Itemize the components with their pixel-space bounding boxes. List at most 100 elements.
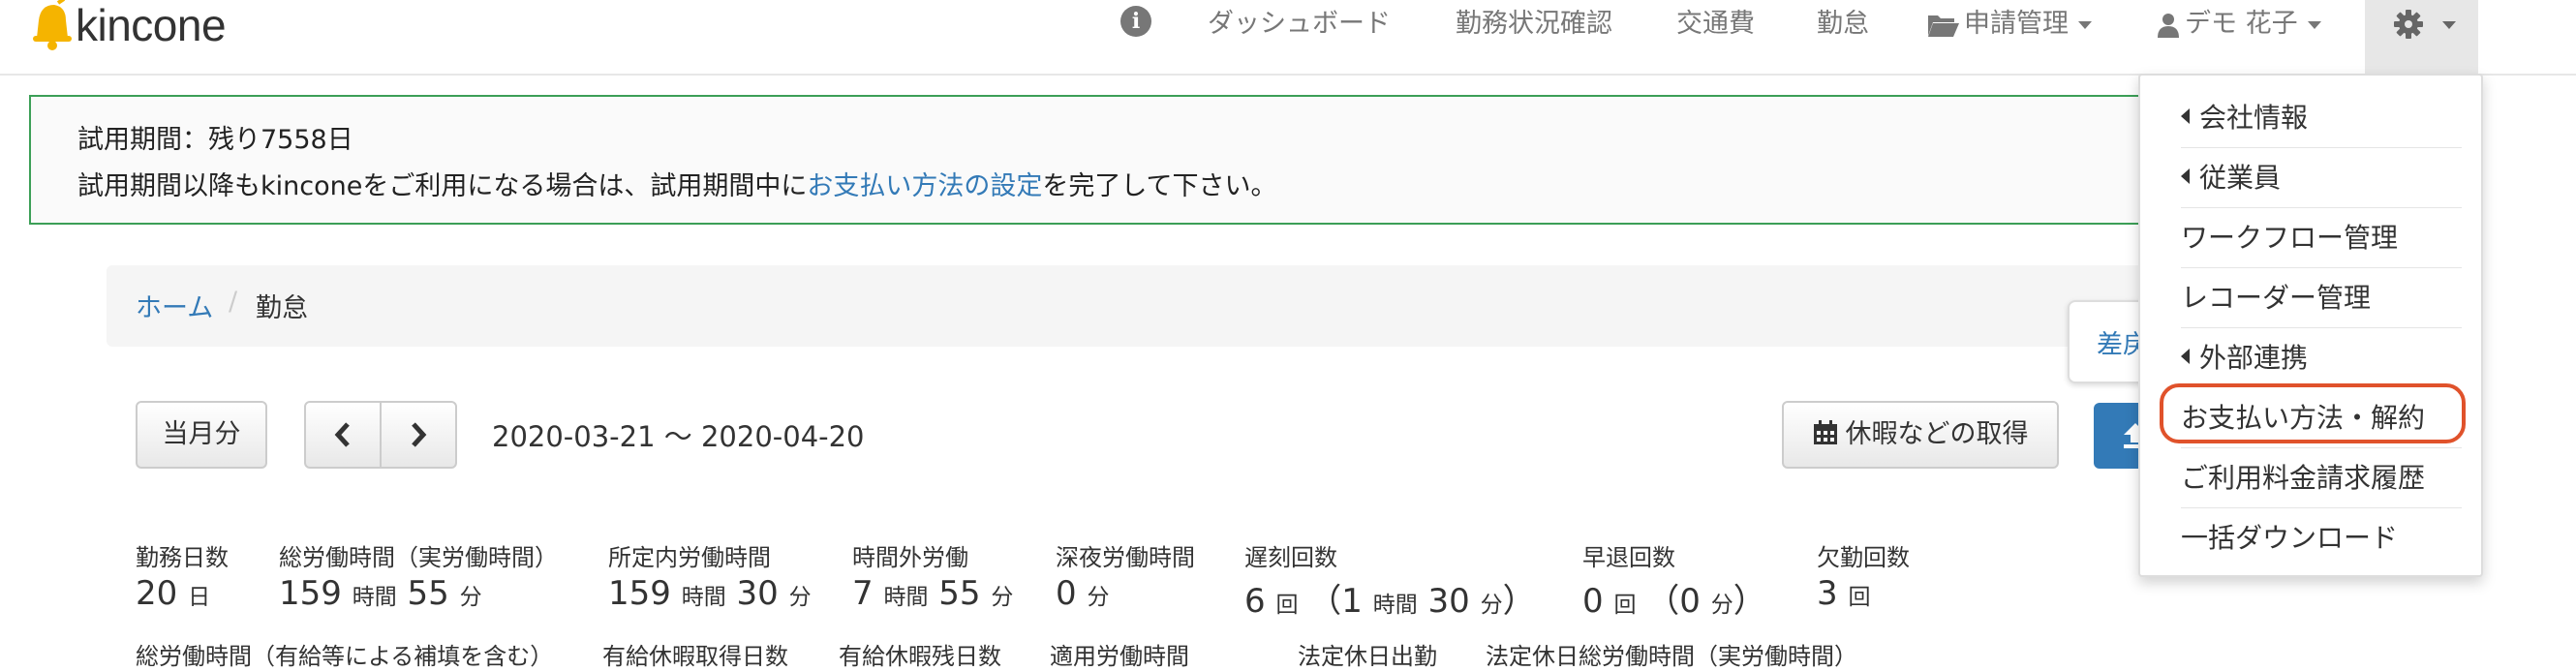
menu-item-billing-history[interactable]: ご利用料金請求履歴 [2181,457,2425,496]
top-navbar: kincone i ダッシュボード 勤務状況確認 交通費 勤怠 申請管理 デモ … [0,0,2576,76]
menu-divider [2181,447,2462,448]
stat-unit: 時間 [681,585,726,610]
stat-value: 159 時間 55 分 [279,574,558,613]
stat-late-count: 遅刻回数 6 回 （1 時間 30 分） [1244,538,1536,622]
menu-divider [2181,507,2462,508]
breadcrumb-home-link[interactable]: ホーム [136,287,213,324]
trial-message: 試用期間以降もkinconeをご利用になる場合は、試用期間中にお支払い方法の設定… [77,165,1277,202]
caret-left-icon [2181,349,2190,364]
stat-unit: 回 [1275,593,1299,618]
leave-request-button[interactable]: 休暇などの取得 [1782,401,2059,469]
stat-label-applied-work-time: 適用労働時間 [1050,643,1189,670]
payment-settings-link[interactable]: お支払い方法の設定 [807,171,1042,201]
trial-message-prefix: 試用期間以降もkinconeをご利用になる場合は、試用期間中に [77,171,808,201]
menu-item-integrations[interactable]: 外部連携 [2181,337,2308,376]
menu-item-bulk-download[interactable]: 一括ダウンロード [2181,517,2398,556]
stat-label-paid-leave-remaining: 有給休暇残日数 [839,643,1001,670]
stat-number: 30 [736,574,779,613]
stat-number: 159 [608,574,671,613]
stat-number: （0 [1646,582,1701,621]
stat-label: 遅刻回数 [1244,544,1337,571]
stat-value: 7 時間 55 分 [852,574,1013,613]
menu-divider [2181,327,2462,328]
stat-label-total-incl-paid: 総労働時間（有給等による補填を含む） [136,643,554,670]
stat-label-legal-holiday-total: 法定休日総労働時間（実労働時間） [1486,643,1857,670]
stat-label: 時間外労働 [852,544,968,571]
menu-item-label: 外部連携 [2199,342,2309,374]
stat-unit: 回 [1613,593,1637,618]
nav-requests-menu[interactable]: 申請管理 [1927,4,2092,45]
stat-number: 6 [1244,582,1266,621]
stat-unit: 分 [991,585,1014,610]
stat-number: 0 [1582,582,1604,621]
stat-value: 0 分 [1056,574,1195,613]
period-range: 2020-03-21 〜 2020-04-20 [492,420,865,453]
stat-unit: 分 [1710,593,1733,618]
stat-number: 3 [1817,574,1838,613]
menu-item-label: 従業員 [2199,162,2282,194]
stat-night-work: 深夜労働時間 0 分 [1056,538,1195,613]
trial-remaining-text: 試用期間：残り7558日 [77,125,353,155]
stat-value: 0 回 （0 分） [1582,574,1766,622]
calendar-icon [1813,419,1837,444]
gear-icon [2394,10,2423,39]
chevron-down-icon [2078,20,2092,29]
nav-requests-label: 申請管理 [1964,9,2069,39]
caret-left-icon [2181,108,2190,124]
menu-item-company-info[interactable]: 会社情報 [2181,97,2308,136]
user-name: デモ 花子 [2185,9,2298,39]
menu-item-recorder[interactable]: レコーダー管理 [2181,277,2371,316]
nav-kintai[interactable]: 勤怠 [1817,4,1869,45]
chevron-down-icon [2442,21,2456,29]
stat-label: 深夜労働時間 [1056,544,1195,571]
stat-paren: ） [1502,582,1536,621]
breadcrumb: ホーム / 勤怠 [107,265,2150,347]
stat-paren: ） [1733,582,1766,621]
prev-period-button[interactable] [304,401,382,469]
stat-scheduled-work-time: 所定内労働時間 159 時間 30 分 [608,538,812,613]
brand-name: kincone [76,0,227,50]
nav-transportation[interactable]: 交通費 [1676,4,1755,45]
stat-number: （1 [1308,582,1363,621]
trial-alert: 試用期間：残り7558日 試用期間以降もkinconeをご利用になる場合は、試用… [29,95,2218,225]
stat-label-paid-leave-taken: 有給休暇取得日数 [602,643,788,670]
stat-number: 159 [279,574,342,613]
chevron-down-icon [2307,20,2321,29]
stat-number: 30 [1427,582,1470,621]
stat-value: 6 回 （1 時間 30 分） [1244,574,1536,622]
chevron-left-icon [334,422,350,447]
kincone-logo[interactable]: kincone [31,0,227,54]
menu-divider [2181,207,2462,208]
menu-item-payment-cancel[interactable]: お支払い方法・解約 [2181,397,2425,436]
info-icon[interactable]: i [1120,6,1151,37]
nav-user-menu[interactable]: デモ 花子 [2158,4,2321,45]
stat-number: 55 [938,574,981,613]
menu-item-workflow[interactable]: ワークフロー管理 [2181,217,2398,256]
nav-attendance-status[interactable]: 勤務状況確認 [1456,4,1612,45]
current-month-button[interactable]: 当月分 [136,401,267,469]
stat-overtime: 時間外労働 7 時間 55 分 [852,538,1013,613]
stat-number: 7 [852,574,874,613]
stat-unit: 時間 [1372,593,1418,618]
stat-value: 3 回 [1817,574,1910,613]
stat-unit: 分 [1087,585,1110,610]
settings-dropdown-menu: 会社情報 従業員 ワークフロー管理 レコーダー管理 外部連携 お支払い方法・解約… [2138,74,2483,577]
menu-item-label: 会社情報 [2199,102,2309,134]
stat-work-days: 勤務日数 20 日 [136,538,229,613]
stat-label: 勤務日数 [136,544,229,571]
stat-unit: 分 [1480,593,1503,618]
chevron-right-icon [412,422,427,447]
stat-number: 55 [407,574,449,613]
bell-icon [33,0,72,50]
settings-menu-toggle[interactable] [2365,0,2478,74]
nav-dashboard[interactable]: ダッシュボード [1208,4,1391,45]
folder-open-icon [1928,15,1959,37]
menu-divider [2181,147,2462,148]
stat-absence-count: 欠勤回数 3 回 [1817,538,1910,613]
stat-number: 20 [136,574,178,613]
stat-unit: 分 [788,585,812,610]
menu-item-employees[interactable]: 従業員 [2181,157,2281,196]
next-period-button[interactable] [380,401,457,469]
stat-label: 総労働時間（実労働時間） [279,544,558,571]
stat-label: 所定内労働時間 [608,544,771,571]
